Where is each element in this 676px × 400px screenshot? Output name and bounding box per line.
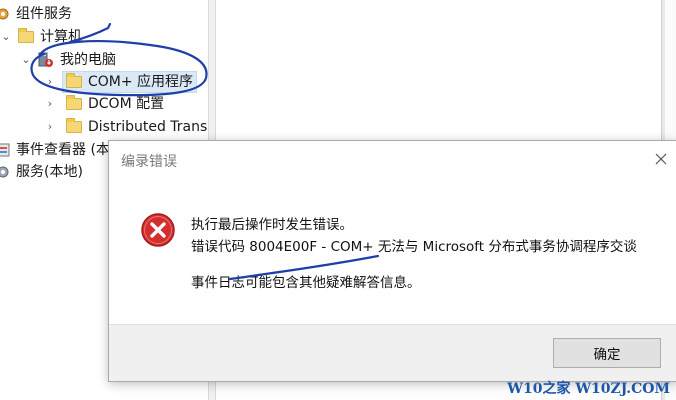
- tree-item-label: 我的电脑: [60, 52, 116, 68]
- watermark: W10之家 W10ZJ.COM: [507, 381, 670, 397]
- tree-item-computers[interactable]: ⌄ 计算机: [0, 26, 82, 48]
- folder-icon: [66, 118, 82, 133]
- tree-item-event-viewer[interactable]: 事件查看器 (本: [0, 139, 110, 161]
- dialog-footer: 确定: [109, 324, 676, 381]
- component-services-icon: [0, 8, 9, 20]
- folder-icon: [66, 73, 82, 88]
- chevron-down-icon[interactable]: ⌄: [0, 26, 12, 48]
- chevron-right-icon[interactable]: ›: [44, 116, 56, 138]
- tree-item-services-local[interactable]: 服务(本地): [0, 161, 83, 183]
- tree-item-label: 组件服务: [16, 6, 72, 22]
- tree-item-component-services[interactable]: 组件服务: [0, 3, 72, 25]
- error-message-line2: 错误代码 8004E00F - COM+ 无法与 Microsoft 分布式事务…: [191, 239, 637, 255]
- error-dialog: 编录错误 执行最后操作时发生错误。 错误代码 8004E00F - COM+ 无…: [108, 140, 676, 382]
- error-message-line3: 事件日志可能包含其他疑难解答信息。: [191, 275, 421, 291]
- chevron-down-icon[interactable]: ⌄: [20, 49, 32, 71]
- close-icon[interactable]: [653, 151, 669, 167]
- tree-item-label: Distributed Trans: [88, 119, 208, 135]
- tree-item-label: 计算机: [40, 29, 82, 45]
- chevron-right-icon[interactable]: ›: [44, 93, 56, 115]
- folder-icon: [18, 28, 34, 43]
- services-gear-icon: [0, 166, 9, 178]
- error-icon: [141, 213, 175, 247]
- tree-item-dcom-config[interactable]: › DCOM 配置: [44, 93, 164, 115]
- tree-item-my-computer[interactable]: ⌄ 我的电脑: [20, 49, 116, 71]
- event-viewer-icon: [0, 143, 10, 157]
- tree-item-label: COM+ 应用程序: [88, 74, 194, 90]
- folder-icon: [66, 95, 82, 110]
- tree-item-label: DCOM 配置: [88, 96, 165, 112]
- tree-item-label: 服务(本地): [16, 164, 83, 180]
- tree-item-com-plus-apps[interactable]: › COM+ 应用程序: [44, 71, 198, 93]
- ok-button[interactable]: 确定: [553, 338, 661, 368]
- error-message-line1: 执行最后操作时发生错误。: [191, 217, 353, 233]
- selected-item-highlight: COM+ 应用程序: [62, 71, 198, 93]
- chevron-right-icon[interactable]: ›: [44, 71, 56, 93]
- tree-item-distributed-trans[interactable]: › Distributed Trans: [44, 116, 207, 138]
- computer-icon: [38, 52, 53, 67]
- tree-item-label: 事件查看器 (本: [16, 142, 110, 158]
- dialog-title: 编录错误: [121, 154, 177, 170]
